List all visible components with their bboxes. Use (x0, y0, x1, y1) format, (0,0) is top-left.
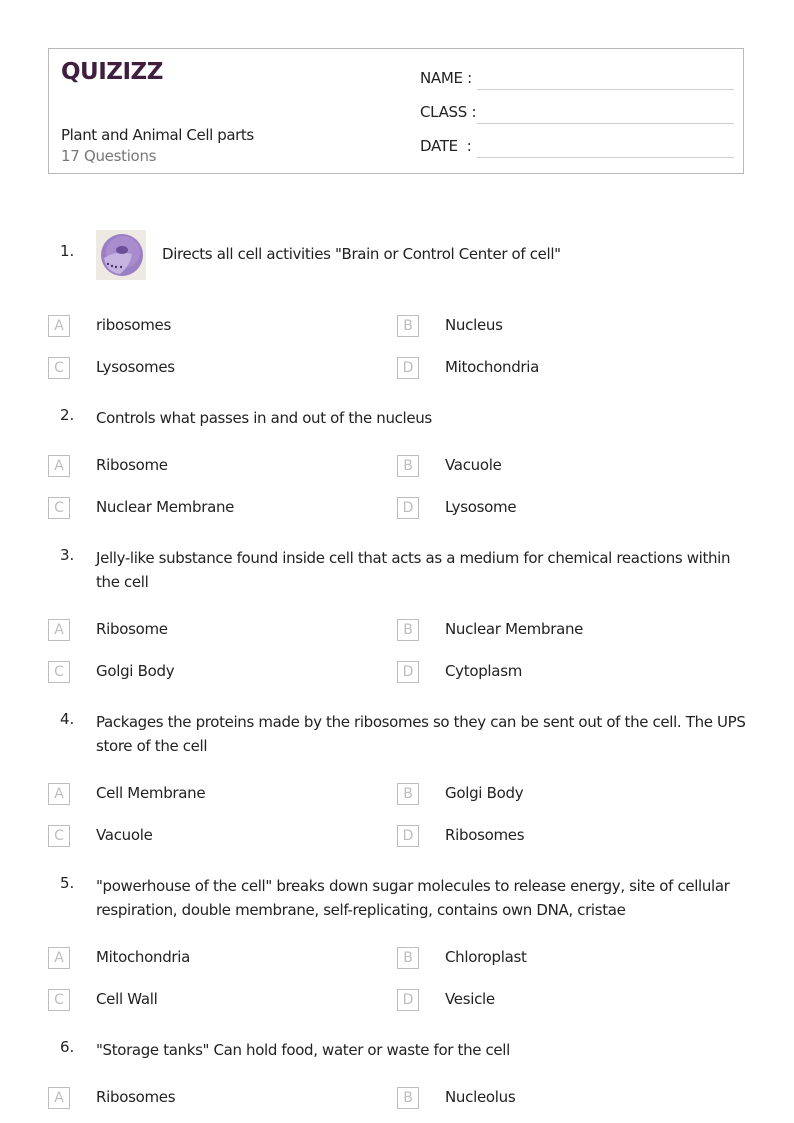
option-text: Nucleolus (445, 1088, 516, 1106)
question-text: Jelly-like substance found inside cell t… (96, 549, 731, 591)
question-number: 6. (60, 1038, 75, 1056)
question-number: 4. (60, 710, 75, 728)
option-text: Vacuole (445, 456, 502, 474)
option-text: Lysosome (445, 498, 517, 516)
option-letter-box: D (397, 825, 419, 847)
date-input-line[interactable] (477, 157, 734, 158)
option-letter-box: C (48, 357, 70, 379)
question-number: 2. (60, 406, 75, 424)
option-text: Nuclear Membrane (96, 498, 235, 516)
option-letter-box: D (397, 661, 419, 683)
option-text: Golgi Body (96, 662, 175, 680)
class-label: CLASS : (420, 103, 477, 121)
question-text: "powerhouse of the cell" breaks down sug… (96, 877, 730, 919)
option-letter-box: C (48, 497, 70, 519)
class-field[interactable]: CLASS : (420, 103, 734, 127)
option-text: Ribosome (96, 620, 168, 638)
date-label: DATE : (420, 137, 472, 155)
option-letter-box: A (48, 947, 70, 969)
option-text: Vesicle (445, 990, 495, 1008)
option-letter-box: C (48, 661, 70, 683)
question-number: 3. (60, 546, 75, 564)
option-text: ribosomes (96, 316, 171, 334)
option-text: Lysosomes (96, 358, 175, 376)
option-letter-box: A (48, 455, 70, 477)
worksheet-header: QUIZIZZ Plant and Animal Cell parts 17 Q… (48, 48, 744, 174)
option-letter-box: D (397, 497, 419, 519)
option-letter-box: B (397, 783, 419, 805)
option-text: Golgi Body (445, 784, 524, 802)
option-text: Ribosomes (445, 826, 525, 844)
option-text: Cell Membrane (96, 784, 206, 802)
option-letter-box: C (48, 825, 70, 847)
cell-nucleus-image (96, 230, 146, 280)
option-letter-box: A (48, 315, 70, 337)
question-text: Controls what passes in and out of the n… (96, 409, 432, 427)
option-letter-box: A (48, 1087, 70, 1109)
worksheet-title: Plant and Animal Cell parts (61, 126, 254, 144)
name-field[interactable]: NAME : (420, 69, 734, 93)
quizizz-logo: QUIZIZZ (61, 59, 163, 85)
name-input-line[interactable] (477, 89, 734, 90)
class-input-line[interactable] (477, 123, 734, 124)
option-text: Cell Wall (96, 990, 158, 1008)
name-label: NAME : (420, 69, 472, 87)
option-text: Vacuole (96, 826, 153, 844)
option-letter-box: B (397, 455, 419, 477)
option-letter-box: B (397, 947, 419, 969)
option-text: Nuclear Membrane (445, 620, 584, 638)
option-text: Mitochondria (96, 948, 191, 966)
question-number: 1. (60, 242, 75, 260)
option-letter-box: A (48, 619, 70, 641)
option-letter-box: C (48, 989, 70, 1011)
question-text: Directs all cell activities "Brain or Co… (162, 245, 561, 263)
option-text: Ribosome (96, 456, 168, 474)
option-text: Ribosomes (96, 1088, 176, 1106)
option-letter-box: B (397, 315, 419, 337)
option-letter-box: B (397, 619, 419, 641)
option-letter-box: D (397, 989, 419, 1011)
option-letter-box: D (397, 357, 419, 379)
option-letter-box: A (48, 783, 70, 805)
option-letter-box: B (397, 1087, 419, 1109)
question-text: "Storage tanks" Can hold food, water or … (96, 1041, 510, 1059)
option-text: Cytoplasm (445, 662, 523, 680)
question-count: 17 Questions (61, 147, 157, 165)
question-number: 5. (60, 874, 75, 892)
option-text: Nucleus (445, 316, 503, 334)
question-text: Packages the proteins made by the riboso… (96, 713, 746, 755)
option-text: Mitochondria (445, 358, 540, 376)
date-field[interactable]: DATE : (420, 137, 734, 161)
option-text: Chloroplast (445, 948, 527, 966)
